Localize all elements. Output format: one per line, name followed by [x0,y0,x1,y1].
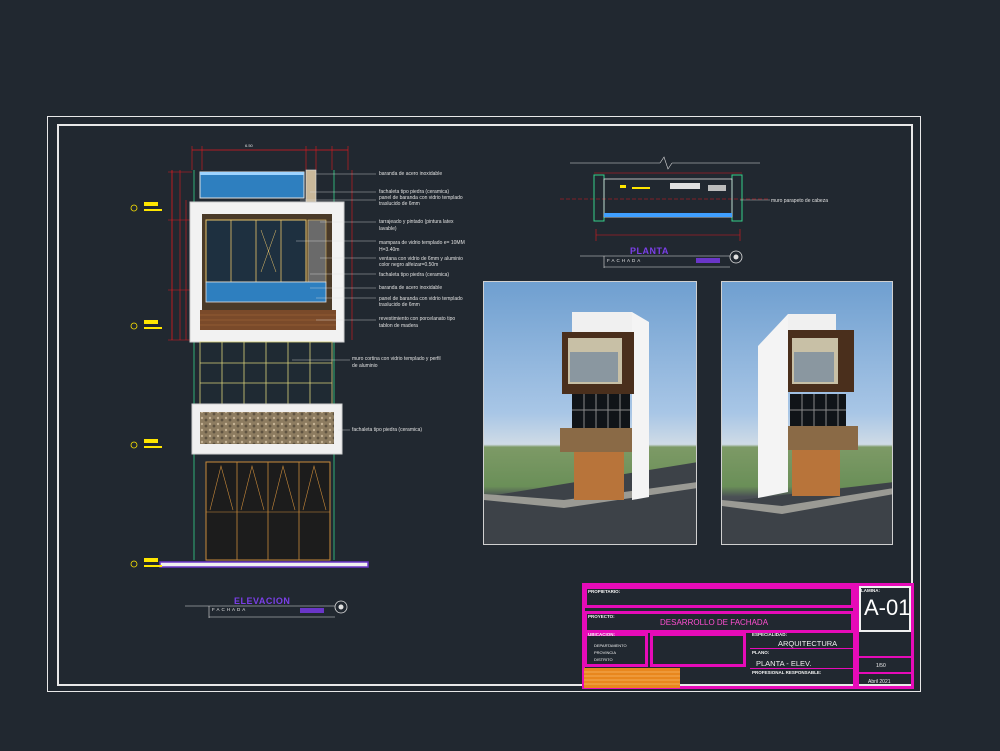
level-marker-4 [130,558,162,568]
tb-location-row-2: PROVINCIA [594,650,617,655]
note-8: H=3.40m [379,247,400,253]
tb-location-row-3: DISTRITO [594,657,613,662]
note-18: de aluminio [352,363,378,369]
note-4: traslucido de 6mm [379,201,420,207]
tb-divider-2 [750,668,854,669]
tb-professional-label: PROFESIONAL RESPONSABLE: [752,670,822,675]
tb-owner-label: PROPIETARIO: [588,589,621,594]
sheet-code: A-01 [864,595,911,620]
tb-sheet-divider-1 [856,656,914,658]
dim-label-top: 6.50 [245,143,253,148]
render-right-scene [722,314,892,544]
tb-location-value-box [650,633,746,667]
roof-railing-glass [199,171,305,199]
level-marker-2 [130,320,162,330]
tb-project-label: PROYECTO: [588,614,615,619]
tb-plan-label: PLANO: [752,650,770,655]
note-1: baranda de acero inoxidable [379,171,443,177]
note-15: revestimiento con porcelanato tipo [379,316,456,322]
elevation-subtitle: FACHADA [212,607,248,612]
balcony-glass [205,281,327,303]
plan-title-symbol [580,250,743,268]
note-17: muro cortina con vidrio templado y perfi… [352,356,441,362]
note-6: lavable) [379,226,397,232]
render-left-scene [484,312,696,544]
elevation-title-symbol [185,600,348,618]
plan-subtitle: FACHADA [607,258,643,263]
note-10: color negro alfeizar=0.50m [379,262,439,268]
ground-line [159,561,369,568]
note-5: tarrajeado y pintado (pintura latex [379,219,454,225]
tb-sheet-label: LAMINA: [861,588,880,593]
tb-scale: 1/50 [876,663,886,669]
tb-location-row-1: DEPARTAMENTO [594,643,627,648]
note-11: fachaleta tipo piedra (ceramica) [379,272,450,278]
tb-hatch [584,668,680,688]
render-left [483,281,697,545]
tb-location-label: UBICACION: [588,632,615,637]
tb-date: Abril 2021 [868,679,891,685]
note-16: tablon de madera [379,323,418,329]
note-14: traslucido de 6mm [379,302,420,308]
plan-drawing [560,156,770,241]
elevation-drawing [130,146,376,568]
tb-specialty-value: ARQUITECTURA [778,639,838,648]
tb-sheet-divider-2 [856,672,914,674]
level-marker-3 [130,439,162,449]
tb-divider-1 [750,648,854,649]
level-marker-1 [130,202,162,212]
note-19: fachaleta tipo piedra (ceramica) [352,427,423,433]
tb-specialty-label: ESPECIALIDAD: [752,632,788,637]
tb-project-value: DESARROLLO DE FACHADA [660,618,769,627]
render-right [721,281,893,545]
plan-note: muro parapeto de cabeza [771,198,828,204]
note-12: baranda de acero inoxidable [379,285,443,291]
tb-owner-box [584,586,854,608]
note-7: mampara de vidrio templado e= 10MM [379,240,465,246]
tb-plan-value: PLANTA - ELEV. [756,659,812,668]
